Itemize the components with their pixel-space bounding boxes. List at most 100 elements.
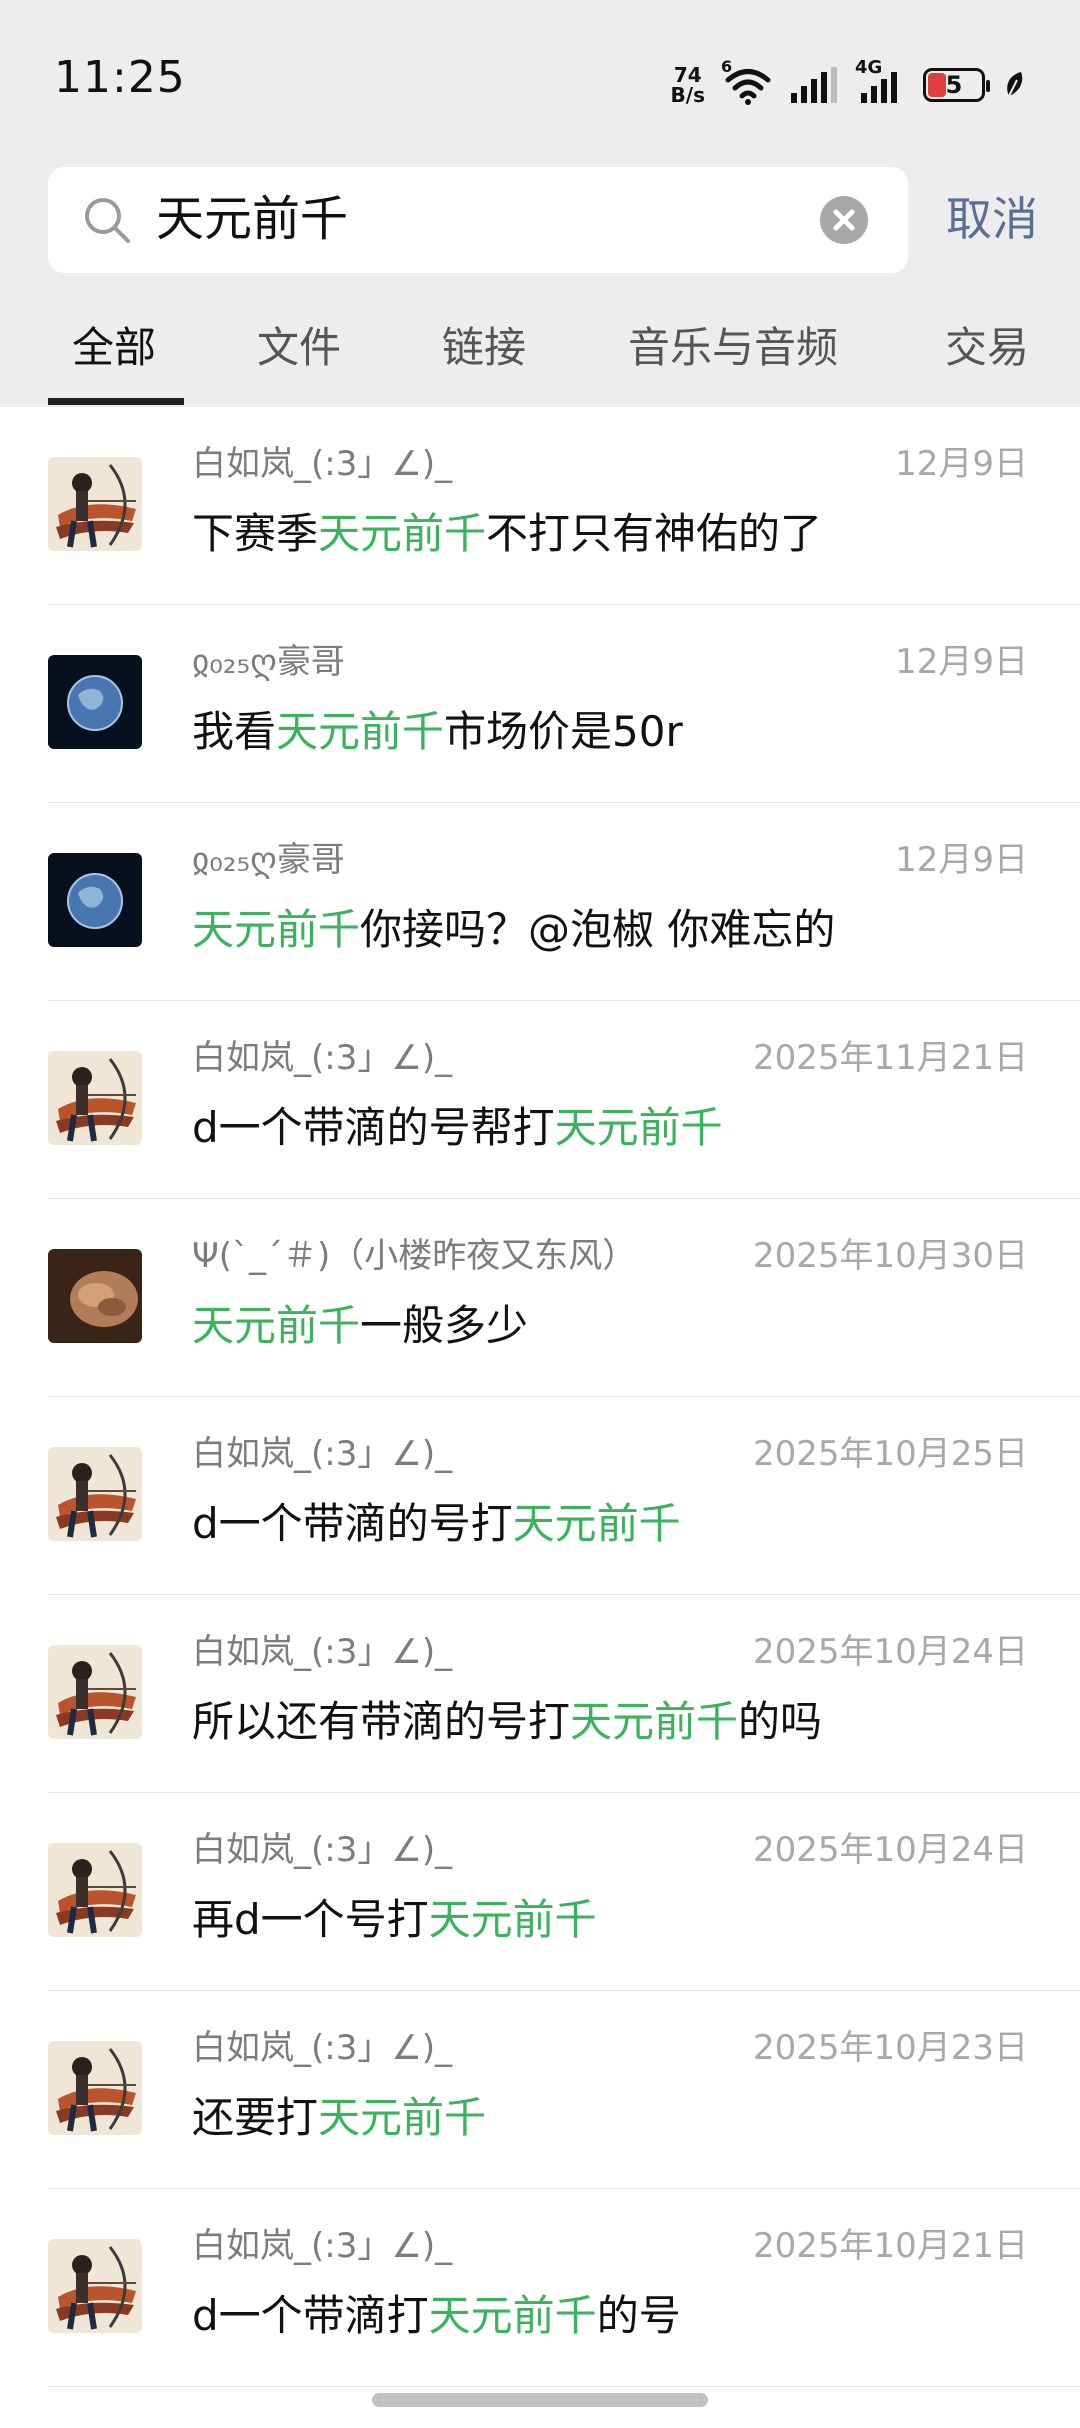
tab-transactions[interactable]: 交易 — [945, 318, 1029, 378]
girl-archer-avatar[interactable] — [48, 1051, 142, 1145]
network-speed: 74 B/s — [671, 65, 705, 105]
message-date: 2025年10月24日 — [752, 1830, 1028, 1870]
cancel-button[interactable]: 取消 — [946, 188, 1038, 250]
home-indicator[interactable] — [372, 2393, 708, 2407]
search-result-item[interactable]: 白如岚_(:3」∠)_ 2025年10月23日 还要打天元前千 — [0, 1991, 1080, 2189]
keyword-highlight: 天元前千 — [192, 1301, 361, 1350]
sender-name: ჲ₀₂₅ღ豪哥 — [192, 840, 345, 880]
sender-name: 白如岚_(:3」∠)_ — [192, 1038, 453, 1078]
message-text-after: 你接吗？@泡椒 你难忘的 — [360, 905, 836, 954]
message-text: 下赛季天元前千不打只有神佑的了 — [192, 505, 822, 563]
message-text-before: d一个带滴的号打 — [192, 1499, 513, 1548]
message-text-after: 一般多少 — [360, 1301, 529, 1350]
message-text-after: 市场价是50r — [444, 707, 683, 756]
tab-active-indicator — [48, 398, 184, 405]
message-text: 再d一个号打天元前千 — [192, 1891, 597, 1949]
message-date: 2025年10月23日 — [752, 2028, 1028, 2068]
search-result-item[interactable]: ჲ₀₂₅ღ豪哥 12月9日 我看天元前千市场价是50r — [0, 605, 1080, 803]
message-date: 2025年10月25日 — [752, 1434, 1028, 1474]
search-result-item[interactable]: 白如岚_(:3」∠)_ 2025年10月25日 d一个带滴的号打天元前千 — [0, 1397, 1080, 1595]
search-icon — [85, 198, 130, 243]
earth-avatar[interactable] — [48, 655, 142, 749]
leaf-icon — [1003, 70, 1025, 100]
girl-archer-avatar[interactable] — [48, 1447, 142, 1541]
message-text: d一个带滴的号打天元前千 — [192, 1495, 681, 1553]
sender-name: 白如岚_(:3」∠)_ — [192, 1434, 453, 1474]
message-text-before: 我看 — [192, 707, 277, 756]
search-result-item[interactable]: 白如岚_(:3」∠)_ 12月9日 下赛季天元前千不打只有神佑的了 — [0, 407, 1080, 605]
cellular-signal-icon — [791, 67, 837, 103]
wifi-icon: 6 — [721, 57, 773, 105]
status-time: 11:25 — [54, 52, 186, 103]
search-result-item[interactable]: 白如岚_(:3」∠)_ 2025年10月24日 所以还有带滴的号打天元前千的吗 — [0, 1595, 1080, 1793]
keyword-highlight: 天元前千 — [570, 1697, 739, 1746]
battery-fill — [928, 73, 946, 97]
tab-all[interactable]: 全部 — [72, 318, 156, 378]
keyword-highlight: 天元前千 — [428, 2291, 597, 2340]
message-text: d一个带滴打天元前千的号 — [192, 2287, 681, 2345]
keyword-highlight: 天元前千 — [554, 1103, 723, 1152]
girl-archer-avatar[interactable] — [48, 1645, 142, 1739]
message-text-after: 的吗 — [738, 1697, 823, 1746]
search-result-item[interactable]: Ψ(`_´＃)（小楼昨夜又东风） 2025年10月30日 天元前千一般多少 — [0, 1199, 1080, 1397]
search-result-item[interactable]: ჲ₀₂₅ღ豪哥 12月9日 天元前千你接吗？@泡椒 你难忘的 — [0, 803, 1080, 1001]
search-result-item[interactable]: 白如岚_(:3」∠)_ 2025年10月21日 d一个带滴打天元前千的号 — [0, 2189, 1080, 2387]
message-text-before: 下赛季 — [192, 509, 319, 558]
keyword-highlight: 天元前千 — [428, 1895, 597, 1944]
message-text: 还要打天元前千 — [192, 2089, 486, 2147]
message-date: 2025年10月24日 — [752, 1632, 1028, 1672]
network-speed-unit: B/s — [670, 83, 705, 107]
sender-name: 白如岚_(:3」∠)_ — [192, 1632, 453, 1672]
girl-archer-avatar[interactable] — [48, 1843, 142, 1937]
search-bar[interactable]: 天元前千 — [48, 167, 908, 273]
tab-links[interactable]: 链接 — [442, 318, 526, 378]
keyword-highlight: 天元前千 — [276, 707, 445, 756]
message-text-before: d一个带滴打 — [192, 2291, 429, 2340]
message-date: 12月9日 — [895, 840, 1028, 880]
photo-avatar[interactable] — [48, 1249, 142, 1343]
status-icons: 74 B/s 6 4G 5 — [671, 57, 1025, 110]
keyword-highlight: 天元前千 — [318, 509, 487, 558]
keyword-highlight: 天元前千 — [192, 905, 361, 954]
sender-name: 白如岚_(:3」∠)_ — [192, 2226, 453, 2266]
search-result-item[interactable]: 白如岚_(:3」∠)_ 2025年10月24日 再d一个号打天元前千 — [0, 1793, 1080, 1991]
sender-name: 白如岚_(:3」∠)_ — [192, 1830, 453, 1870]
search-result-item[interactable]: 白如岚_(:3」∠)_ 2025年11月21日 d一个带滴的号帮打天元前千 — [0, 1001, 1080, 1199]
message-text: 天元前千一般多少 — [192, 1297, 528, 1355]
message-text-before: 还要打 — [192, 2093, 319, 2142]
filter-tabs: 全部 文件 链接 音乐与音频 交易 — [0, 318, 1080, 407]
message-text: 天元前千你接吗？@泡椒 你难忘的 — [192, 901, 835, 959]
tab-files[interactable]: 文件 — [257, 318, 341, 378]
message-text-before: 再d一个号打 — [192, 1895, 429, 1944]
clear-search-icon[interactable] — [820, 196, 868, 244]
status-bar: 11:25 74 B/s 6 4G 5 — [0, 0, 1080, 160]
girl-archer-avatar[interactable] — [48, 457, 142, 551]
tab-music-audio[interactable]: 音乐与音频 — [628, 318, 838, 378]
sender-name: 白如岚_(:3」∠)_ — [192, 2028, 453, 2068]
earth-avatar[interactable] — [48, 853, 142, 947]
message-date: 2025年10月21日 — [752, 2226, 1028, 2266]
search-input[interactable]: 天元前千 — [156, 189, 348, 249]
keyword-highlight: 天元前千 — [318, 2093, 487, 2142]
message-text: 所以还有带滴的号打天元前千的吗 — [192, 1693, 822, 1751]
sender-name: ჲ₀₂₅ღ豪哥 — [192, 642, 345, 682]
message-text-before: d一个带滴的号帮打 — [192, 1103, 555, 1152]
message-date: 12月9日 — [895, 642, 1028, 682]
battery-level: 5 — [945, 71, 963, 99]
network-speed-value: 74 — [673, 63, 702, 87]
search-results-list: 白如岚_(:3」∠)_ 12月9日 下赛季天元前千不打只有神佑的了 ჲ₀₂₅ღ豪… — [0, 407, 1080, 2387]
keyword-highlight: 天元前千 — [512, 1499, 681, 1548]
sender-name: Ψ(`_´＃)（小楼昨夜又东风） — [192, 1236, 637, 1276]
sender-name: 白如岚_(:3」∠)_ — [192, 444, 453, 484]
message-date: 2025年10月30日 — [752, 1236, 1028, 1276]
message-text: 我看天元前千市场价是50r — [192, 703, 683, 761]
message-date: 2025年11月21日 — [752, 1038, 1028, 1078]
girl-archer-avatar[interactable] — [48, 2239, 142, 2333]
message-text-before: 所以还有带滴的号打 — [192, 1697, 571, 1746]
girl-archer-avatar[interactable] — [48, 2041, 142, 2135]
message-text-after: 不打只有神佑的了 — [486, 509, 823, 558]
wifi-badge: 6 — [721, 57, 733, 76]
message-date: 12月9日 — [895, 444, 1028, 484]
message-text-after: 的号 — [596, 2291, 681, 2340]
battery-icon: 5 — [923, 68, 990, 102]
